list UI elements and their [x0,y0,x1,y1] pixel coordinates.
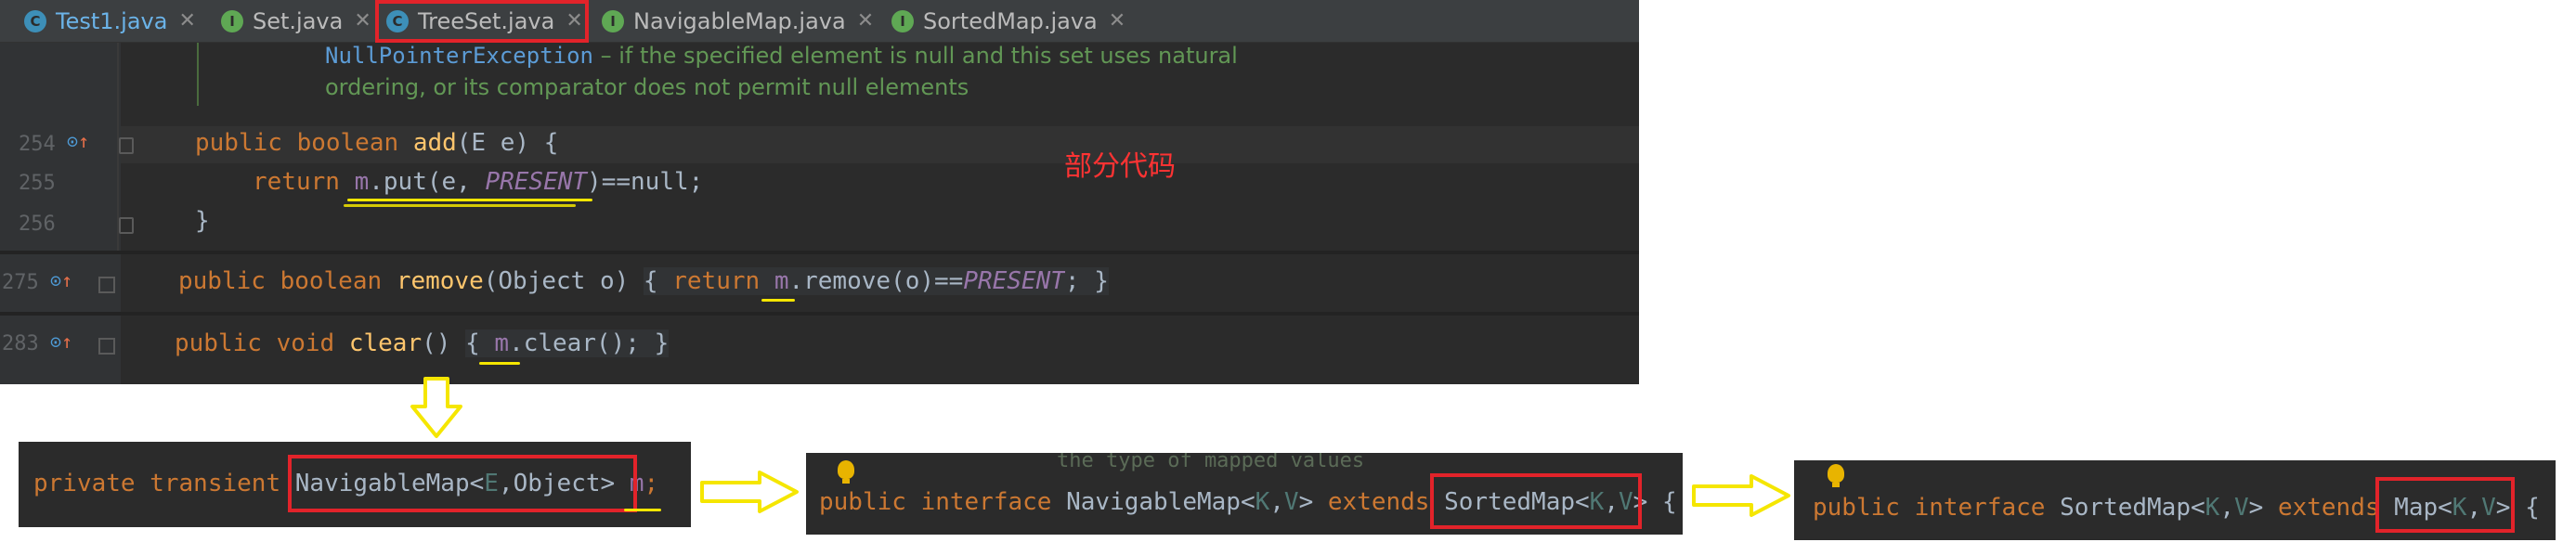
sortedmap-declaration-panel: public interface SortedMap<K,V> extends … [1794,460,2556,540]
line-number: 254 [19,133,56,156]
right-arrow [1692,474,1790,517]
supertype-highlight [2375,477,2515,533]
underline-marker [347,199,592,201]
underline-marker [624,509,661,511]
line-number: 255 [19,172,56,195]
close-icon[interactable]: ✕ [178,9,195,32]
code-line-remove: public boolean remove(Object o) { return… [178,267,1109,295]
code-line-close: } [195,207,210,235]
partial-code-annotation: 部分代码 [1064,150,1176,183]
close-icon[interactable]: ✕ [1109,9,1125,32]
code-line-add: public boolean add(E e) { [195,129,559,157]
tab-label: Test1.java [56,7,168,34]
override-icon[interactable]: ⊙↑ [50,330,72,353]
fold-icon[interactable] [119,137,134,154]
override-icon[interactable]: ⊙↑ [50,269,72,291]
close-icon[interactable]: ✕ [354,9,371,32]
interface-icon: I [221,9,243,32]
tab-test1[interactable]: C Test1.java ✕ [24,0,196,42]
editor-window: C Test1.java ✕ I Set.java ✕ C TreeSet.ja… [0,0,1639,384]
close-icon[interactable]: ✕ [857,9,874,32]
down-arrow [410,377,462,438]
expand-icon[interactable] [98,338,115,355]
javadoc-line-2: ordering, or its comparator does not per… [325,74,969,100]
javadoc-bar [197,43,199,106]
right-arrow [700,471,799,513]
code-line-put: return m.put(e, PRESENT)==null; [253,168,704,196]
faded-comment: the type of mapped values [1057,453,1365,472]
tab-label: Set.java [253,7,344,34]
expand-icon[interactable] [98,277,115,293]
override-icon[interactable]: ⊙↑ [67,130,89,152]
tab-bar: C Test1.java ✕ I Set.java ✕ C TreeSet.ja… [0,0,1639,43]
code-line-clear: public void clear() { m.clear(); } [175,329,670,357]
navigablemap-declaration-panel: the type of mapped values public interfa… [806,453,1683,535]
type-highlight [288,455,637,512]
supertype-highlight [1430,473,1642,529]
fold-icon[interactable] [119,217,134,234]
interface-icon: I [602,9,624,32]
exception-link[interactable]: NullPointerException [325,43,593,69]
treeset-tab-highlight [375,0,589,43]
lightbulb-icon[interactable] [838,460,854,484]
tab-label: SortedMap.java [923,7,1098,34]
javadoc-line-1: NullPointerException – if the specified … [325,43,1238,69]
field-declaration-panel: private transient NavigableMap<E,Object>… [19,442,691,527]
tab-sortedmap[interactable]: I SortedMap.java ✕ [891,0,1125,42]
underline-marker [761,299,795,302]
line-number: 256 [19,213,56,236]
line-number: 275 [2,271,39,294]
lightbulb-icon[interactable] [1828,464,1844,487]
underline-marker [344,204,576,207]
interface-icon: I [891,9,914,32]
underline-marker [479,362,520,365]
snippet-separator [0,312,1639,316]
snippet-separator [0,251,1639,254]
tab-set[interactable]: I Set.java ✕ [221,0,371,42]
tab-navigablemap[interactable]: I NavigableMap.java ✕ [602,0,874,42]
class-icon: C [24,9,46,32]
tab-label: NavigableMap.java [633,7,846,34]
line-number: 283 [2,332,39,355]
